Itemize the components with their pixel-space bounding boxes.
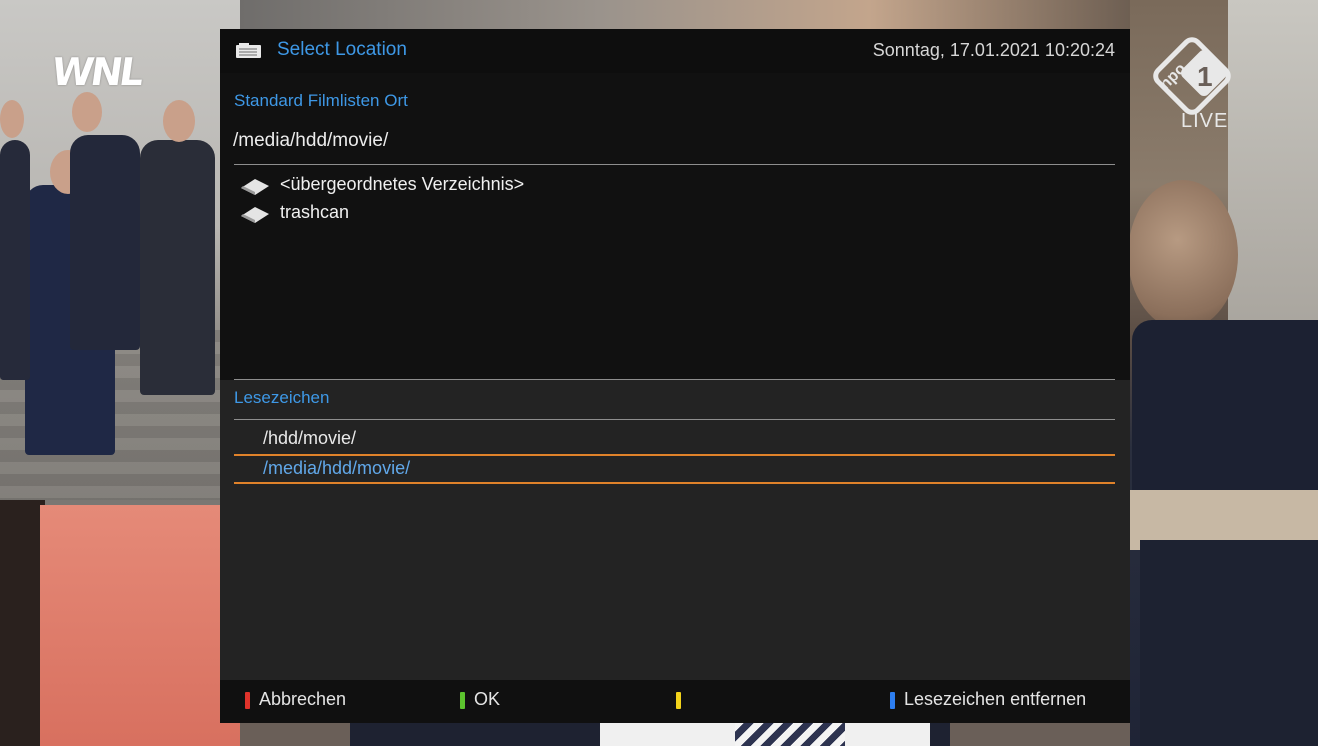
selection-bottom-border xyxy=(234,482,1115,484)
select-location-dialog: Select Location Sonntag, 17.01.2021 10:2… xyxy=(220,29,1130,723)
folder-icon xyxy=(241,179,269,195)
blue-key-label: Lesezeichen entfernen xyxy=(904,689,1087,709)
channel-logo-wnl: WNL xyxy=(48,50,145,94)
location-label: Standard Filmlisten Ort xyxy=(234,91,408,110)
bookmarks-panel: Lesezeichen /hdd/movie/ /media/hdd/movie… xyxy=(220,380,1130,680)
npo-number-text: 1 xyxy=(1197,61,1213,92)
title-bar: Select Location Sonntag, 17.01.2021 10:2… xyxy=(220,29,1130,73)
bookmark-path: /hdd/movie/ xyxy=(263,428,357,448)
red-key-label: Abbrechen xyxy=(259,689,347,709)
file-browser-panel: Standard Filmlisten Ort /media/hdd/movie… xyxy=(220,73,1130,380)
color-key-bar: Abbrechen OK Lesezeichen entfernen xyxy=(220,680,1130,723)
dialog-title: Select Location xyxy=(277,39,407,60)
date-time: Sonntag, 17.01.2021 10:20:24 xyxy=(872,40,1115,60)
live-indicator: LIVE xyxy=(1181,110,1229,132)
green-key-label: OK xyxy=(474,689,501,709)
location-icon xyxy=(236,43,261,58)
blue-key-indicator xyxy=(890,692,895,709)
divider xyxy=(234,419,1115,420)
bookmarks-label: Lesezeichen xyxy=(234,388,330,407)
folder-entry-trashcan[interactable]: trashcan xyxy=(240,202,1100,228)
folder-name: <übergeordnetes Verzeichnis> xyxy=(280,174,525,194)
folder-entry-parent[interactable]: <übergeordnetes Verzeichnis> xyxy=(240,174,1100,200)
folder-icon xyxy=(241,207,269,223)
bookmark-path: /media/hdd/movie/ xyxy=(263,458,411,478)
bookmark-item[interactable]: /hdd/movie/ xyxy=(234,425,1115,453)
current-path: /media/hdd/movie/ xyxy=(233,130,389,151)
green-key-indicator xyxy=(460,692,465,709)
red-key-indicator xyxy=(245,692,250,709)
bookmark-item-selected[interactable]: /media/hdd/movie/ xyxy=(234,455,1115,483)
folder-name: trashcan xyxy=(280,202,350,222)
divider xyxy=(234,164,1115,165)
yellow-key-indicator xyxy=(676,692,681,709)
